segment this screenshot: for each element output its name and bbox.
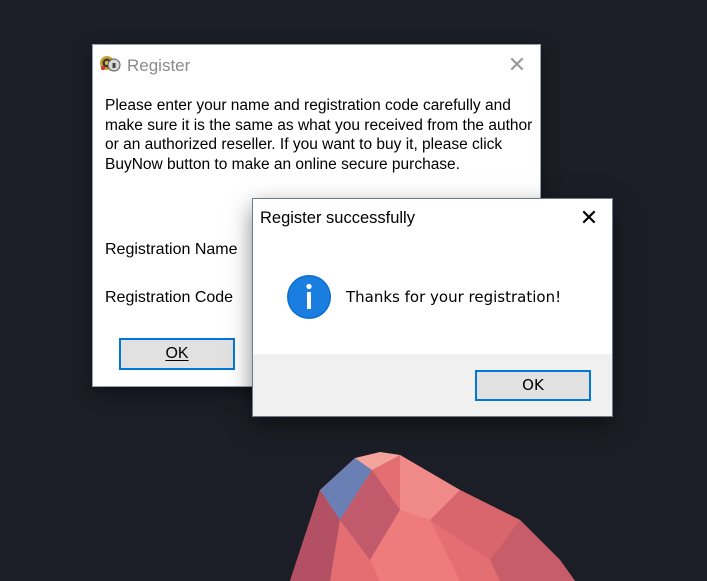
- register-success-dialog: Register successfully ✕ Thanks for your …: [253, 199, 612, 416]
- dialog-close-button[interactable]: ✕: [566, 199, 612, 237]
- key-lock-icon: [100, 56, 121, 72]
- info-icon: [287, 275, 331, 319]
- close-icon: ✕: [507, 52, 527, 77]
- dialog-message: Thanks for your registration!: [346, 288, 562, 306]
- register-instructions: Please enter your name and registration …: [105, 97, 533, 173]
- register-title-bar[interactable]: Register ✕: [93, 45, 540, 85]
- dialog-footer: OK: [253, 354, 612, 416]
- register-ok-label: OK: [165, 345, 189, 362]
- registration-code-label: Registration Code: [105, 289, 234, 306]
- dialog-ok-button[interactable]: OK: [475, 370, 591, 401]
- dialog-title: Register successfully: [260, 209, 415, 227]
- close-icon: ✕: [579, 205, 599, 230]
- dialog-body: Thanks for your registration!: [253, 237, 612, 354]
- register-ok-button[interactable]: OK: [119, 338, 235, 370]
- register-window-title: Register: [127, 56, 191, 75]
- registration-name-label: Registration Name: [105, 241, 238, 258]
- register-close-button[interactable]: ✕: [494, 45, 540, 85]
